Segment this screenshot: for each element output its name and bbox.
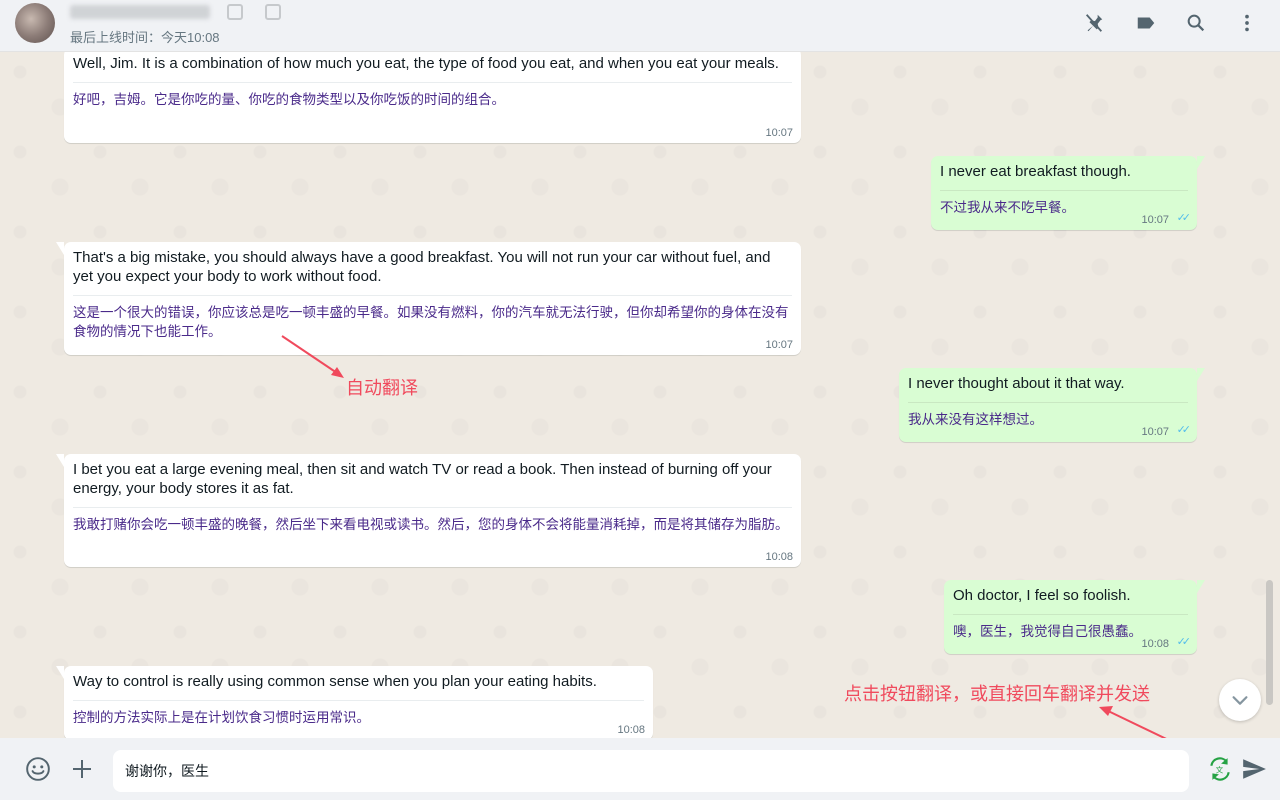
message-time: 10:08	[765, 551, 793, 563]
bubble-tail	[56, 242, 64, 255]
message-translation-text: 我敢打赌你会吃一顿丰盛的晚餐，然后坐下来看电视或读书。然后，您的身体不会将能量消…	[73, 517, 789, 532]
message-original-text: Oh doctor, I feel so foolish.	[953, 587, 1131, 604]
message-original-text: I never thought about it that way.	[908, 375, 1125, 392]
message-list[interactable]: Well, Jim. It is a combination of how mu…	[0, 52, 1280, 738]
message-time: 10:07	[765, 339, 793, 351]
menu-icon[interactable]	[1234, 10, 1260, 36]
scrollbar-thumb[interactable]	[1266, 580, 1273, 705]
duplicate-icon[interactable]	[265, 4, 281, 20]
translation-divider	[73, 82, 792, 83]
scroll-to-bottom-button[interactable]	[1219, 679, 1261, 721]
message-time: 10:07	[1141, 214, 1169, 226]
annotation-auto-translate: 自动翻译	[346, 378, 418, 399]
pin-off-icon[interactable]	[1081, 10, 1107, 36]
message-input[interactable]	[113, 750, 1189, 792]
bubble-tail	[1197, 156, 1205, 169]
message-time: 10:07	[1141, 426, 1169, 438]
message-outgoing[interactable]: I never thought about it that way. 我从来没有…	[899, 368, 1205, 442]
composer-bar: 文	[0, 738, 1280, 800]
translation-divider	[908, 402, 1188, 403]
read-ticks-icon: ✓✓	[1176, 636, 1192, 648]
svg-text:文: 文	[1216, 764, 1224, 774]
message-original-text: Way to control is really using common se…	[73, 673, 597, 690]
translation-divider	[953, 614, 1188, 615]
message-original-text: That's a big mistake, you should always …	[73, 249, 771, 285]
translation-divider	[73, 700, 644, 701]
last-seen-status: 最后上线时间：今天10:08	[70, 30, 220, 45]
send-icon[interactable]	[1240, 755, 1268, 783]
message-outgoing[interactable]: Oh doctor, I feel so foolish. 噢，医生，我觉得自己…	[944, 580, 1205, 654]
message-original-text: I never eat breakfast though.	[940, 163, 1131, 180]
message-incoming[interactable]: I bet you eat a large evening meal, then…	[56, 454, 801, 567]
message-incoming[interactable]: Way to control is really using common se…	[56, 666, 653, 738]
chevron-down-icon	[1232, 696, 1248, 705]
search-icon[interactable]	[1183, 10, 1209, 36]
label-icon[interactable]	[1133, 10, 1159, 36]
message-original-text: Well, Jim. It is a combination of how mu…	[73, 55, 779, 72]
message-time: 10:07	[765, 127, 793, 139]
message-translation-text: 控制的方法实际上是在计划饮食习惯时运用常识。	[73, 710, 370, 725]
translation-divider	[940, 190, 1188, 191]
bubble-tail	[1197, 368, 1205, 381]
bubble-tail	[56, 454, 64, 467]
attach-plus-icon[interactable]	[68, 755, 96, 783]
message-original-text: I bet you eat a large evening meal, then…	[73, 461, 772, 497]
translate-icon[interactable]: 文	[1206, 755, 1234, 783]
message-incoming[interactable]: Well, Jim. It is a combination of how mu…	[64, 52, 801, 143]
message-time: 10:08	[617, 724, 645, 736]
bubble-tail	[56, 666, 64, 679]
annotation-send-hint: 点击按钮翻译，或直接回车翻译并发送	[844, 684, 1150, 705]
message-incoming[interactable]: That's a big mistake, you should always …	[56, 242, 801, 355]
translation-divider	[73, 295, 792, 296]
message-translation-text: 好吧，吉姆。它是你吃的量、你吃的食物类型以及你吃饭的时间的组合。	[73, 92, 505, 107]
chat-header: 最后上线时间：今天10:08	[0, 0, 1280, 52]
bubble-tail	[1197, 580, 1205, 593]
read-ticks-icon: ✓✓	[1176, 212, 1192, 224]
contact-avatar[interactable]	[15, 3, 55, 43]
message-time: 10:08	[1141, 638, 1169, 650]
message-outgoing[interactable]: I never eat breakfast though. 不过我从来不吃早餐。…	[931, 156, 1205, 230]
contact-name-redacted	[70, 5, 210, 19]
emoji-icon[interactable]	[24, 755, 52, 783]
translation-divider	[73, 507, 792, 508]
copy-icon[interactable]	[227, 4, 243, 20]
message-translation-text: 这是一个很大的错误，你应该总是吃一顿丰盛的早餐。如果没有燃料，你的汽车就无法行驶…	[73, 305, 789, 339]
read-ticks-icon: ✓✓	[1176, 424, 1192, 436]
